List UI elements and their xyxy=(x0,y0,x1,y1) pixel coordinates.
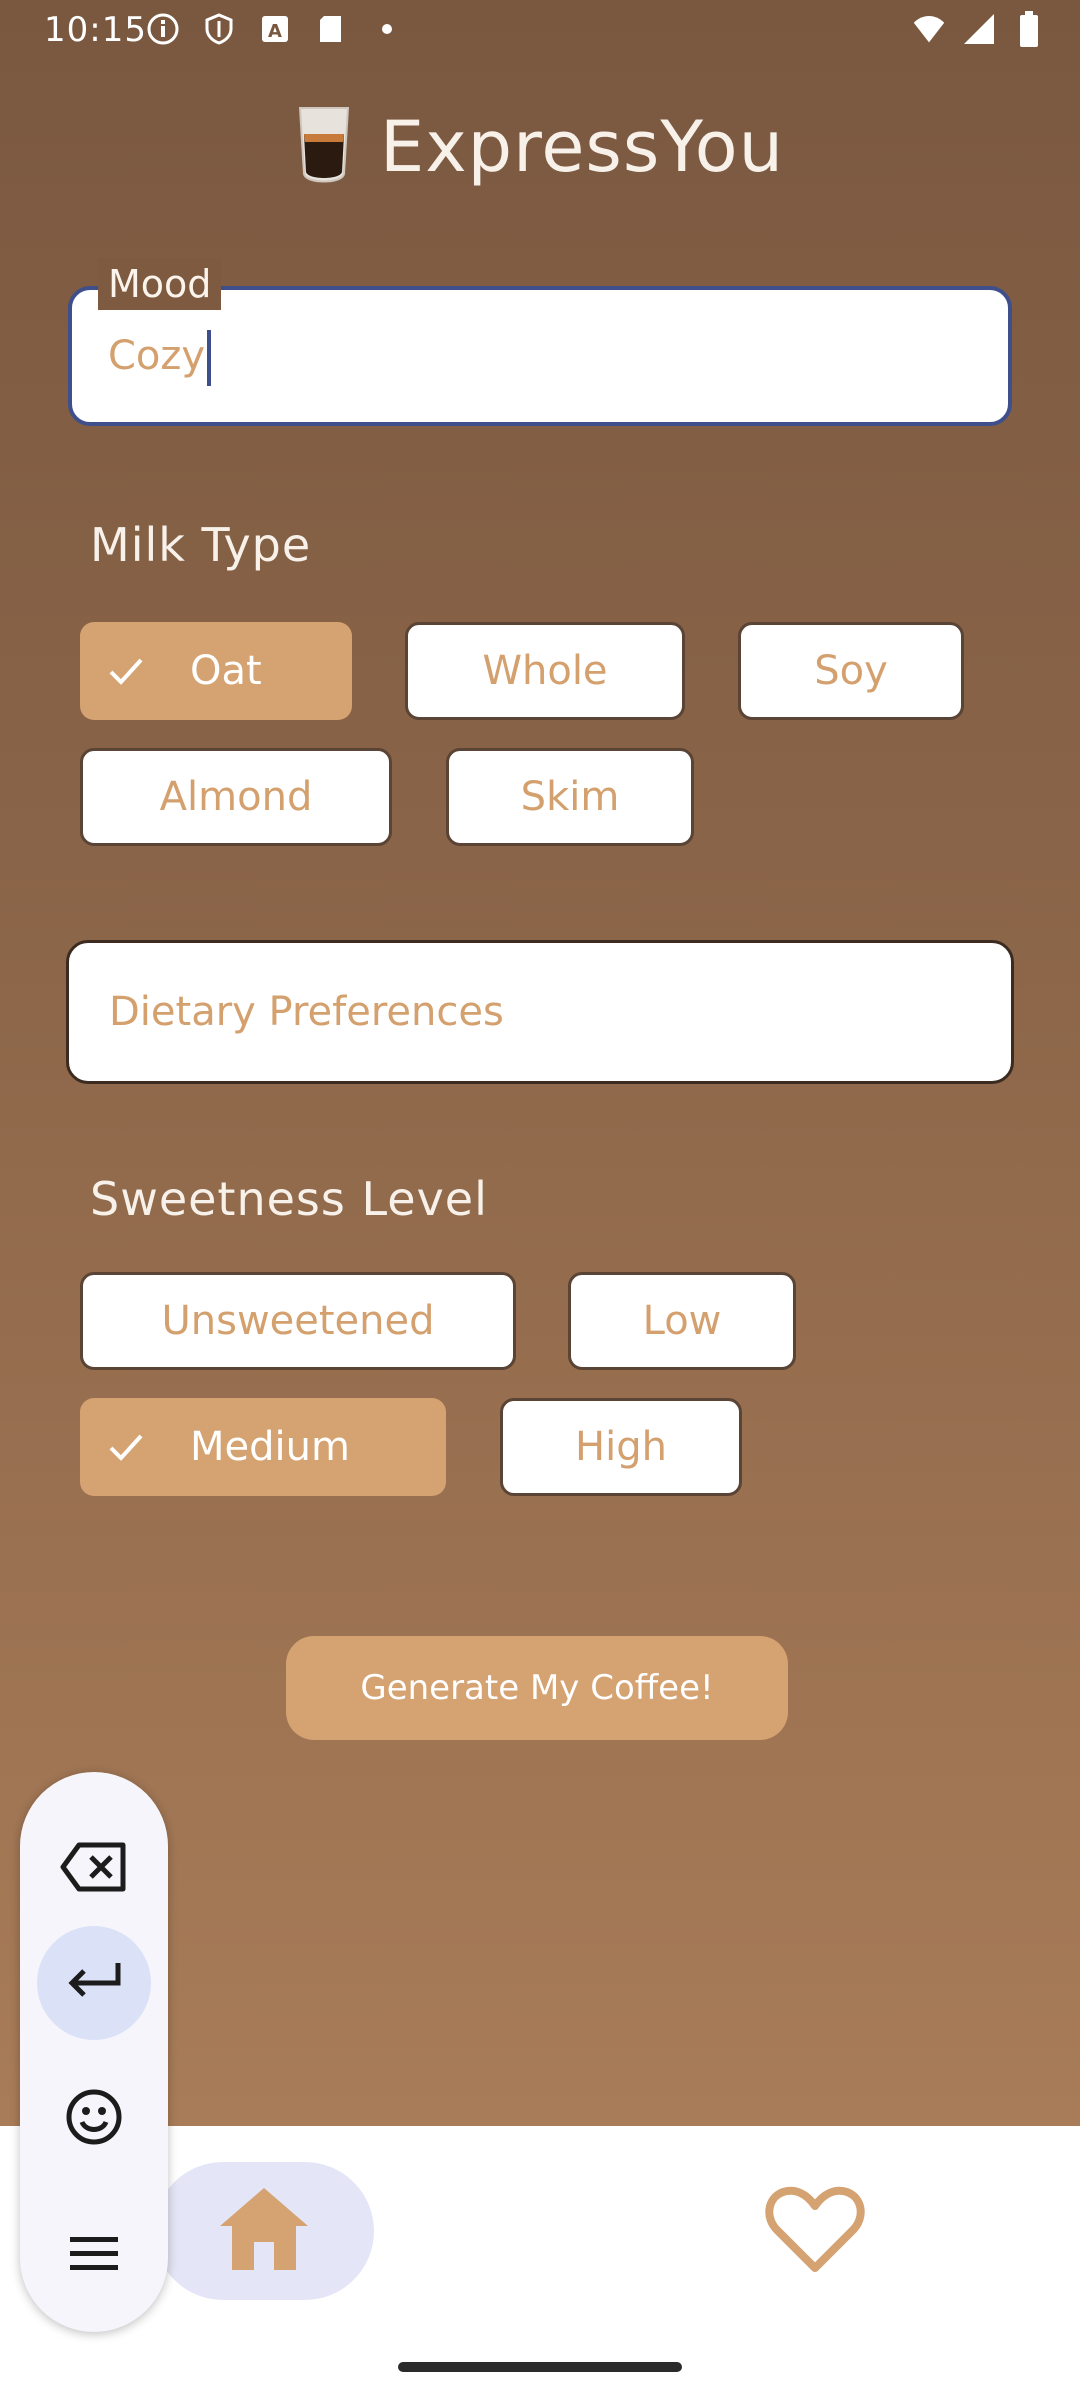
sweetness-level-title: Sweetness Level xyxy=(90,1172,488,1226)
wifi-icon xyxy=(912,12,946,46)
signal-icon xyxy=(962,12,996,46)
generate-coffee-button[interactable]: Generate My Coffee! xyxy=(286,1636,788,1740)
app-title: ExpressYou xyxy=(380,106,784,188)
shield-icon xyxy=(202,12,236,46)
status-icons-right xyxy=(912,11,1046,47)
chip-soy[interactable]: Soy xyxy=(738,622,964,720)
text-caret xyxy=(207,330,212,386)
emoji-button[interactable] xyxy=(37,2062,151,2176)
dietary-placeholder: Dietary Preferences xyxy=(109,989,504,1035)
check-icon xyxy=(106,1427,146,1467)
chip-label: Oat xyxy=(190,648,262,694)
app-header: ExpressYou xyxy=(0,92,1080,202)
chip-label: Skim xyxy=(520,774,620,820)
coffee-cup-icon xyxy=(296,104,352,190)
chip-oat[interactable]: Oat xyxy=(80,622,352,720)
a-box-icon: A xyxy=(258,12,292,46)
heart-icon xyxy=(765,2184,865,2278)
chip-skim[interactable]: Skim xyxy=(446,748,694,846)
chip-label: High xyxy=(575,1424,667,1470)
chip-almond[interactable]: Almond xyxy=(80,748,392,846)
status-time: 10:15 xyxy=(44,10,147,50)
chip-high[interactable]: High xyxy=(500,1398,742,1496)
chip-label: Almond xyxy=(159,774,313,820)
chip-label: Low xyxy=(642,1298,722,1344)
menu-button[interactable] xyxy=(37,2198,151,2312)
status-icons-left: A xyxy=(146,12,404,46)
chip-whole[interactable]: Whole xyxy=(405,622,685,720)
enter-icon xyxy=(64,1959,124,2007)
home-icon xyxy=(216,2184,312,2278)
mood-label: Mood xyxy=(98,258,222,310)
chip-label: Unsweetened xyxy=(161,1298,435,1344)
chip-medium[interactable]: Medium xyxy=(80,1398,446,1496)
dietary-preferences-input[interactable]: Dietary Preferences xyxy=(66,940,1014,1084)
battery-icon xyxy=(1012,11,1046,47)
milk-type-title: Milk Type xyxy=(90,518,312,572)
nav-favorites[interactable] xyxy=(752,2168,878,2294)
generate-button-label: Generate My Coffee! xyxy=(360,1668,714,1708)
chip-label: Soy xyxy=(814,648,888,694)
backspace-button[interactable] xyxy=(37,1812,151,1926)
menu-icon xyxy=(68,2233,120,2277)
mood-input-value: Cozy xyxy=(108,330,212,386)
keyboard-toolbar xyxy=(20,1772,168,2332)
backspace-icon xyxy=(59,1841,129,1897)
dot-icon xyxy=(370,12,404,46)
check-icon xyxy=(106,651,146,691)
home-indicator[interactable] xyxy=(398,2362,682,2372)
svg-text:A: A xyxy=(268,21,282,42)
info-icon xyxy=(146,12,180,46)
chip-unsweetened[interactable]: Unsweetened xyxy=(80,1272,516,1370)
emoji-icon xyxy=(65,2088,123,2150)
status-bar: 10:15 A xyxy=(0,0,1080,64)
chip-low[interactable]: Low xyxy=(568,1272,796,1370)
nav-home[interactable] xyxy=(154,2162,374,2300)
enter-button[interactable] xyxy=(37,1926,151,2040)
chip-label: Medium xyxy=(190,1424,350,1470)
chip-label: Whole xyxy=(482,648,608,694)
sd-card-icon xyxy=(314,12,348,46)
